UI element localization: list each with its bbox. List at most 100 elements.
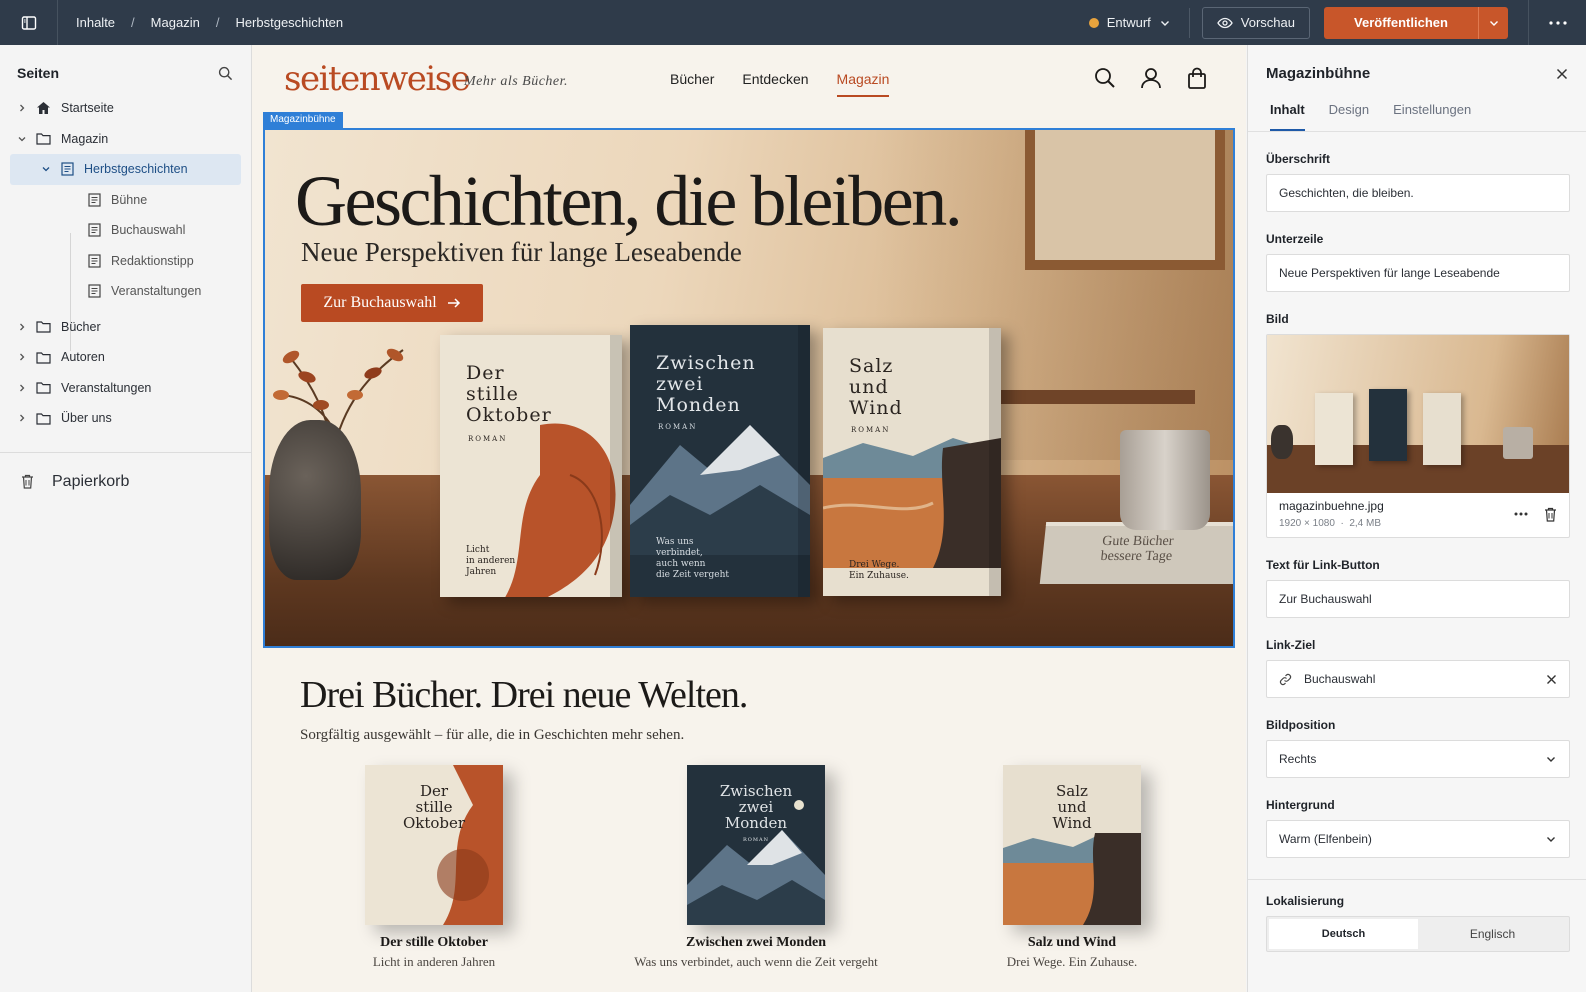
button-text-input[interactable]: Zur Buchauswahl: [1266, 580, 1570, 618]
book-card-der-stille-oktober[interactable]: Der stille Oktober Der stille Oktober Lich…: [294, 765, 574, 970]
site-menu: Bücher Entdecken Magazin: [670, 71, 890, 97]
sidebar-item-buchauswahl[interactable]: Buchauswahl: [0, 215, 251, 246]
tab-design[interactable]: Design: [1329, 102, 1369, 131]
user-icon[interactable]: [1140, 67, 1162, 89]
book-card-description: Was uns verbindet, auch wenn die Zeit ve…: [634, 954, 878, 969]
sidebar-item-redaktionstipp[interactable]: Redaktionstipp: [0, 246, 251, 277]
sidebar-item-herbstgeschichten[interactable]: Herbstgeschichten: [10, 154, 241, 185]
sidebar-item-buehne[interactable]: Bühne: [0, 185, 251, 216]
clear-icon[interactable]: [1546, 674, 1557, 685]
sidebar-toggle-button[interactable]: [0, 0, 58, 45]
breadcrumb-item-inhalte[interactable]: Inhalte: [76, 15, 115, 30]
breadcrumb-separator: /: [131, 15, 135, 30]
image-position-select[interactable]: Rechts: [1266, 740, 1570, 778]
link-icon: [1279, 673, 1292, 685]
hero-subtitle: Neue Perspektiven für lange Leseabende: [301, 237, 742, 267]
sidebar-item-label: Startseite: [61, 101, 114, 116]
hero-stage-block[interactable]: Gute Bücher bessere Tage Der stille Oktober…: [263, 128, 1235, 648]
status-dropdown[interactable]: Entwurf: [1075, 15, 1185, 30]
chevron-right-icon[interactable]: [17, 413, 27, 423]
more-horizontal-icon[interactable]: [1514, 512, 1528, 516]
trash-icon[interactable]: [1544, 507, 1557, 522]
search-icon[interactable]: [218, 66, 233, 81]
folder-icon: [36, 133, 51, 145]
tab-einstellungen[interactable]: Einstellungen: [1393, 102, 1471, 131]
sidebar-item-label: Autoren: [61, 350, 105, 365]
localization-toggle: Deutsch Englisch: [1266, 916, 1570, 952]
book-card-title: Salz und Wind: [1027, 935, 1117, 950]
chevron-right-icon[interactable]: [17, 103, 27, 113]
background-select[interactable]: Warm (Elfenbein): [1266, 820, 1570, 858]
publish-button[interactable]: Veröffentlichen: [1324, 6, 1478, 39]
home-icon: [37, 102, 50, 115]
book-cover-art: [630, 425, 810, 555]
chevron-down-icon[interactable]: [41, 164, 51, 174]
site-menu-item-entdecken[interactable]: Entdecken: [742, 71, 808, 97]
book-card-cover-title: Zwischen zwei Monden: [719, 782, 793, 832]
arrow-right-icon: [447, 298, 460, 308]
locale-option-englisch[interactable]: Englisch: [1418, 919, 1567, 949]
book-card-salz-und-wind[interactable]: Salz und Wind Salz und Wind Drei Wege. Ein…: [932, 765, 1212, 970]
sidebar-item-magazin[interactable]: Magazin: [0, 124, 251, 155]
close-icon[interactable]: [1556, 68, 1568, 80]
sidebar-item-veranstaltungen[interactable]: Veranstaltungen: [0, 373, 251, 404]
search-icon[interactable]: [1094, 67, 1116, 89]
hero-book-label: ROMAN: [658, 423, 698, 431]
folder-icon: [36, 382, 51, 394]
locale-option-deutsch[interactable]: Deutsch: [1269, 919, 1418, 949]
book-card-zwischen-zwei-monden[interactable]: Zwischen zwei Monden ROMAN Zwischen zwei M…: [616, 765, 896, 970]
sidebar-item-buecher[interactable]: Bücher: [0, 312, 251, 343]
shopping-bag-icon[interactable]: [1186, 67, 1208, 89]
chevron-right-icon[interactable]: [17, 352, 27, 362]
hero-book-der-stille-oktober: Der stille Oktober ROMAN Licht in anderen Ja…: [440, 335, 622, 597]
selected-block-tag[interactable]: Magazinbühne: [263, 112, 343, 128]
hero-book-spine: [798, 325, 810, 597]
preview-label: Vorschau: [1240, 15, 1295, 30]
thumb-book: [1315, 393, 1353, 465]
more-options-button[interactable]: [1528, 0, 1586, 45]
sidebar-item-startseite[interactable]: Startseite: [0, 93, 251, 124]
more-horizontal-icon: [1548, 20, 1567, 25]
sidebar-item-trash[interactable]: Papierkorb: [0, 467, 251, 498]
page-icon: [88, 223, 101, 237]
hero-cta-button[interactable]: Zur Buchauswahl: [301, 284, 483, 322]
site-logo[interactable]: seitenweise: [284, 59, 471, 99]
chevron-right-icon[interactable]: [17, 322, 27, 332]
sidebar-item-label: Veranstaltungen: [61, 380, 152, 395]
publish-options-button[interactable]: [1478, 6, 1508, 39]
link-target-input[interactable]: Buchauswahl: [1266, 660, 1570, 698]
hero-book-spine: [610, 335, 622, 597]
sidebar-item-autoren[interactable]: Autoren: [0, 342, 251, 373]
chevron-down-icon: [1489, 20, 1498, 26]
site-menu-item-magazin[interactable]: Magazin: [836, 71, 890, 97]
hero-wall-frame: [1025, 130, 1225, 270]
image-thumbnail[interactable]: [1267, 335, 1569, 493]
headline-input[interactable]: Geschichten, die bleiben.: [1266, 174, 1570, 212]
hero-cta-label: Zur Buchauswahl: [323, 294, 437, 311]
hero-book-title: Zwischen zwei Monden: [656, 352, 756, 416]
site-menu-item-buecher[interactable]: Bücher: [670, 71, 714, 97]
preview-button[interactable]: Vorschau: [1201, 6, 1310, 39]
page-icon: [88, 193, 101, 207]
book-card-title: Zwischen zwei Monden: [686, 935, 826, 950]
breadcrumb: Inhalte / Magazin / Herbstgeschichten: [58, 15, 343, 30]
sidebar-toggle-icon: [21, 15, 36, 30]
breadcrumb-item-magazin[interactable]: Magazin: [151, 15, 200, 30]
chevron-right-icon[interactable]: [17, 383, 27, 393]
image-meta: 1920 × 1080 · 2,4 MB: [1279, 518, 1382, 529]
thumb-cup: [1503, 427, 1533, 459]
image-field-label: Bild: [1266, 312, 1289, 326]
chevron-down-icon[interactable]: [17, 134, 27, 144]
subline-field-label: Unterzeile: [1266, 232, 1324, 246]
subline-input[interactable]: Neue Perspektiven für lange Leseabende: [1266, 254, 1570, 292]
sidebar-item-ueber-uns[interactable]: Über uns: [0, 403, 251, 434]
image-picker[interactable]: magazinbuehne.jpg 1920 × 1080 · 2,4 MB: [1266, 334, 1570, 538]
tab-inhalt[interactable]: Inhalt: [1270, 102, 1305, 131]
site-header: seitenweise Mehr als Bücher. Bücher Entd…: [252, 45, 1246, 117]
image-filesize: 2,4 MB: [1349, 518, 1382, 529]
thumb-vase: [1271, 425, 1293, 459]
book-card-cover-title: Salz und Wind: [1052, 782, 1092, 832]
panel-tabs: Inhalt Design Einstellungen: [1248, 102, 1586, 132]
folder-icon: [36, 352, 51, 364]
sidebar-item-veranstaltungen-page[interactable]: Veranstaltungen: [0, 276, 251, 307]
